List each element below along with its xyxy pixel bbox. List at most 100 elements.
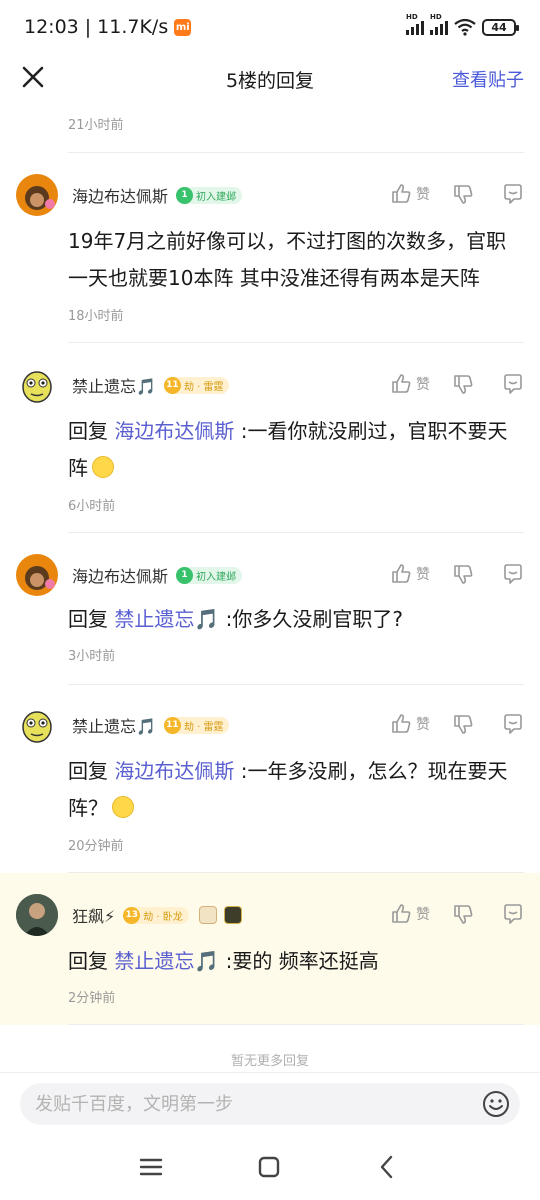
thumbs-down-icon[interactable] [452, 183, 474, 205]
menu-icon[interactable] [138, 1154, 164, 1180]
medal-icon [223, 906, 242, 924]
reply-text: 19年7月之前好像可以，不过打图的次数多，官职一天也就要10本阵 其中没准还得有… [68, 229, 507, 290]
thumbs-up-icon [392, 564, 411, 583]
back-icon[interactable] [374, 1154, 400, 1180]
level-number: 11 [163, 376, 181, 394]
system-nav-bar [0, 1140, 540, 1196]
comment-icon[interactable] [502, 373, 524, 395]
reply-time: 2分钟前 [68, 991, 116, 1006]
reply-prefix: 回复 [68, 607, 108, 631]
reply-content: 19年7月之前好像可以，不过打图的次数多，官职一天也就要10本阵 其中没准还得有… [68, 223, 520, 297]
username-row: 禁止遗忘🎵 11 劫 · 雷霆 [72, 713, 230, 737]
status-left: 12:03 | 11.7K/s mi [24, 16, 192, 38]
mi-notification-icon: mi [174, 18, 192, 36]
username-row: 禁止遗忘🎵 11 劫 · 雷霆 [72, 373, 230, 397]
no-more-replies: 暂无更多回复 [230, 1054, 309, 1069]
badge-label: 初入建邺 [196, 191, 237, 203]
like-label: 赞 [416, 717, 430, 733]
level-number: 1 [176, 566, 194, 584]
network-speed: 11.7K/s [97, 16, 169, 38]
thumbs-down-icon[interactable] [452, 713, 474, 735]
reply-time: 20分钟前 [68, 839, 124, 854]
reply-time: 18小时前 [68, 309, 124, 324]
reply-item: 海边布达佩斯 1 初入建邺 赞 19年7月之前好像可以，不过打图的次数多，官职一天… [0, 153, 540, 343]
badge-label: 劫 · 雷霆 [183, 381, 224, 393]
reply-text: :要的 频率还挺高 [219, 949, 379, 973]
avatar[interactable] [16, 174, 58, 216]
avatar[interactable] [16, 894, 58, 936]
dog-icon [198, 906, 217, 924]
reply-time: 6小时前 [68, 499, 116, 514]
like-button[interactable]: 赞 [390, 713, 430, 735]
reply-actions: 赞 [390, 563, 524, 585]
username[interactable]: 海边布达佩斯 [72, 563, 168, 587]
avatar[interactable] [16, 554, 58, 596]
reply-prefix: 回复 [68, 419, 108, 443]
avatar[interactable] [16, 704, 58, 746]
username-row: 狂飙⚡ 13 劫 · 卧龙 [72, 903, 242, 927]
comment-icon[interactable] [502, 183, 524, 205]
reply-input-container [20, 1083, 520, 1125]
emoji-icon[interactable] [482, 1090, 510, 1118]
mention-link[interactable]: 海边布达佩斯 [114, 759, 234, 783]
reply-content: 回复 海边布达佩斯 :一年多没刷，怎么？现在要天阵？ [68, 753, 520, 827]
avatar[interactable] [16, 364, 58, 406]
hd-label: HD [406, 13, 418, 21]
like-button[interactable]: 赞 [390, 373, 430, 395]
nav-header: 5楼的回复 查看贴子 [0, 54, 540, 102]
reply-input-bar [0, 1072, 540, 1134]
reply-prefix: 回复 [68, 759, 108, 783]
thumbs-up-icon [392, 904, 411, 923]
like-button[interactable]: 赞 [390, 563, 430, 585]
view-post-link[interactable]: 查看贴子 [452, 66, 524, 92]
signal-icon: HD [406, 13, 424, 35]
hd-label-2: HD [430, 13, 442, 21]
like-button[interactable]: 赞 [390, 903, 430, 925]
thumbs-up-icon [392, 184, 411, 203]
mention-link[interactable]: 禁止遗忘🎵 [114, 607, 219, 631]
wifi-icon [454, 18, 476, 36]
reply-content: 回复 禁止遗忘🎵 :要的 频率还挺高 [68, 943, 520, 980]
comment-icon[interactable] [502, 903, 524, 925]
username-row: 海边布达佩斯 1 初入建邺 [72, 563, 243, 587]
level-badge: 13 劫 · 卧龙 [123, 906, 189, 924]
divider [68, 1024, 524, 1025]
username[interactable]: 禁止遗忘🎵 [72, 373, 156, 397]
thumbs-down-icon[interactable] [452, 563, 474, 585]
level-number: 11 [163, 716, 181, 734]
like-label: 赞 [416, 907, 430, 923]
reply-item-highlighted: 狂飙⚡ 13 劫 · 卧龙 赞 回复 禁止遗忘🎵 :要的 频率还挺高 2分钟前 [0, 873, 540, 1025]
username[interactable]: 狂飙⚡ [72, 903, 115, 927]
like-button[interactable]: 赞 [390, 183, 430, 205]
reply-content: 回复 海边布达佩斯 :一看你就没刷过，官职不要天阵 [68, 413, 520, 487]
level-badge: 1 初入建邺 [176, 566, 243, 584]
home-icon[interactable] [256, 1154, 282, 1180]
badge-label: 劫 · 雷霆 [183, 721, 224, 733]
comment-icon[interactable] [502, 563, 524, 585]
previous-timestamp: 21小时前 [68, 118, 124, 133]
signal-icon-2: HD [430, 13, 448, 35]
reply-actions: 赞 [390, 713, 524, 735]
smirk-emoji-icon [112, 796, 134, 818]
like-label: 赞 [416, 377, 430, 393]
badge-label: 初入建邺 [196, 571, 237, 583]
like-label: 赞 [416, 187, 430, 203]
thumbs-down-icon[interactable] [452, 903, 474, 925]
level-badge: 11 劫 · 雷霆 [163, 716, 230, 734]
status-bar: 12:03 | 11.7K/s mi HD HD 44 [0, 0, 540, 54]
reply-input[interactable] [35, 1083, 475, 1125]
thumbs-up-icon [392, 714, 411, 733]
mention-link[interactable]: 海边布达佩斯 [114, 419, 234, 443]
badge-label: 劫 · 卧龙 [143, 911, 183, 923]
reply-content: 回复 禁止遗忘🎵 :你多久没刷官职了? [68, 601, 520, 638]
level-number: 1 [176, 186, 194, 204]
battery-icon: 44 [482, 18, 519, 36]
username[interactable]: 海边布达佩斯 [72, 183, 168, 207]
username[interactable]: 禁止遗忘🎵 [72, 713, 156, 737]
thumbs-down-icon[interactable] [452, 373, 474, 395]
like-label: 赞 [416, 567, 430, 583]
status-time: 12:03 [24, 16, 79, 38]
mention-link[interactable]: 禁止遗忘🎵 [114, 949, 219, 973]
reply-actions: 赞 [390, 373, 524, 395]
comment-icon[interactable] [502, 713, 524, 735]
